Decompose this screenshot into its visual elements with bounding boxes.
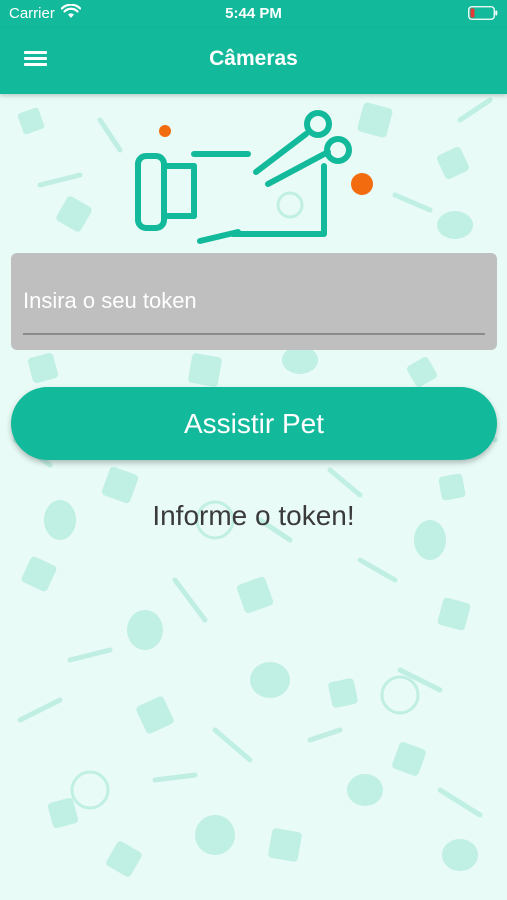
token-input[interactable] xyxy=(23,275,485,335)
nav-bar: Câmeras xyxy=(0,28,507,94)
token-field xyxy=(11,253,497,350)
status-bar: Carrier 5:44 PM xyxy=(0,0,507,28)
status-time: 5:44 PM xyxy=(225,5,282,22)
battery-icon xyxy=(468,6,498,24)
page-title: Câmeras xyxy=(209,47,298,70)
watch-pet-button[interactable]: Assistir Pet xyxy=(11,387,497,460)
camera-logo-icon xyxy=(135,110,373,244)
status-message: Informe o token! xyxy=(152,500,355,531)
